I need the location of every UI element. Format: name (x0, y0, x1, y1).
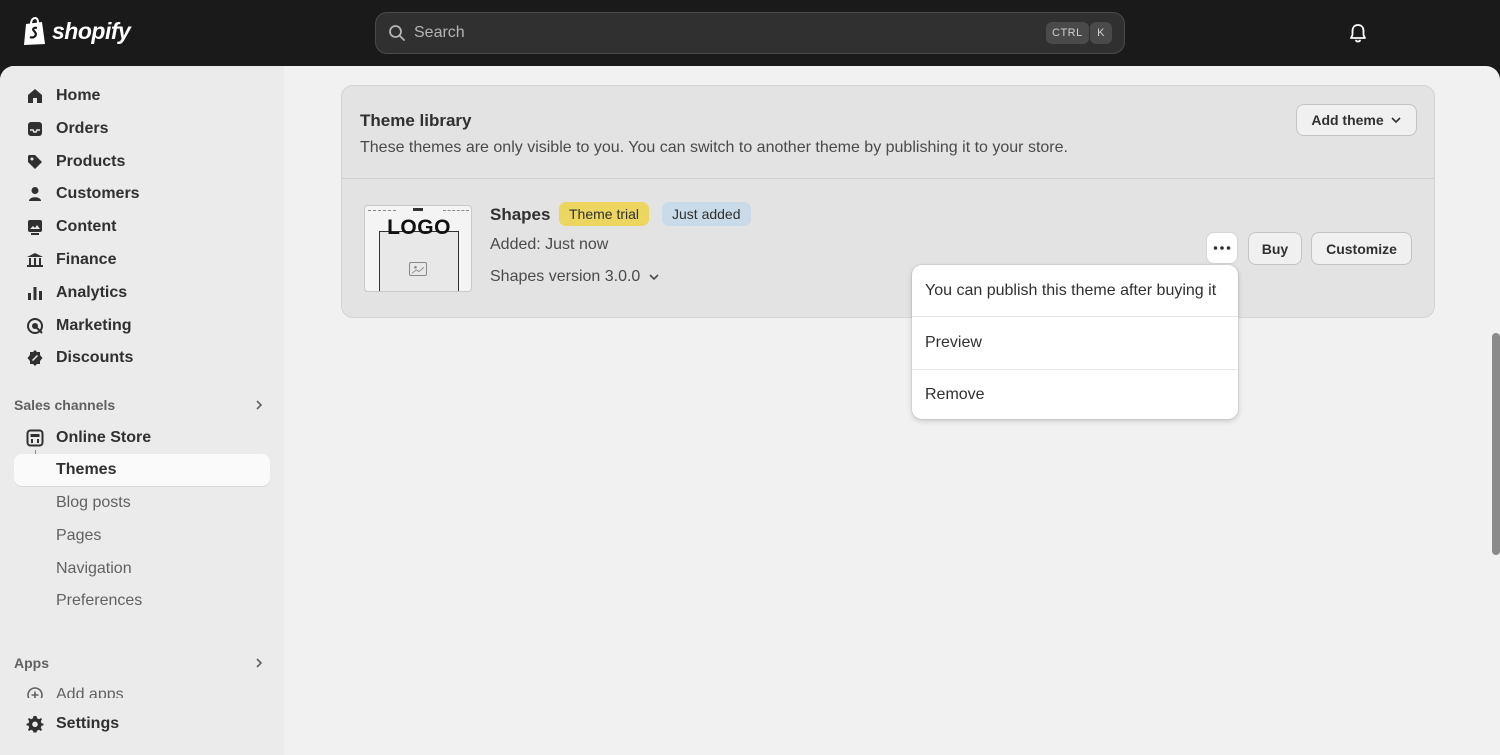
sidebar-sub-label: Blog posts (56, 494, 131, 511)
tag-icon (26, 153, 44, 171)
menu-item-remove[interactable]: Remove (912, 369, 1238, 421)
more-actions-button[interactable] (1206, 232, 1238, 264)
sidebar-item-marketing[interactable]: Marketing (14, 310, 270, 342)
brand-name: shopify (52, 17, 131, 44)
card-title: Theme library (360, 111, 472, 130)
card-divider (342, 178, 1434, 179)
apps-label: Apps (14, 655, 49, 671)
menu-item-publish-info: You can publish this theme after buying … (925, 282, 1217, 299)
sidebar-item-label: Settings (56, 715, 120, 732)
sidebar-item-label: Finance (56, 251, 117, 268)
sidebar: Home Orders Products Customers Content F… (0, 66, 284, 755)
shortcut-k-key: K (1090, 22, 1112, 44)
sidebar-item-label: Home (56, 87, 101, 104)
sidebar-item-customers[interactable]: Customers (14, 178, 270, 210)
gear-icon (26, 715, 44, 733)
search-icon (389, 25, 405, 41)
just-added-badge: Just added (662, 202, 751, 226)
chevron-right-icon (256, 658, 263, 668)
theme-actions-menu: You can publish this theme after buying … (912, 265, 1238, 419)
thumb-logo-text: LOGO (387, 216, 451, 239)
top-bar: shopify CTRL K (0, 0, 1500, 66)
theme-trial-badge: Theme trial (559, 202, 650, 226)
menu-item-preview[interactable]: Preview (912, 317, 1238, 369)
search-input[interactable] (414, 24, 1014, 42)
person-icon (26, 185, 44, 203)
scrollbar-thumb[interactable] (1492, 333, 1500, 555)
sidebar-sub-navigation[interactable]: Navigation (14, 553, 270, 585)
sidebar-item-products[interactable]: Products (14, 146, 270, 178)
sidebar-sub-blog-posts[interactable]: Blog posts (14, 487, 270, 519)
sidebar-item-label: Content (56, 218, 117, 235)
sidebar-item-label: Analytics (56, 284, 128, 301)
bar-chart-icon (26, 284, 44, 302)
shopify-logo[interactable]: shopify (22, 16, 131, 46)
sidebar-item-label: Online Store (56, 429, 152, 446)
sidebar-item-discounts[interactable]: Discounts (14, 342, 270, 374)
shopify-bag-icon (24, 16, 45, 45)
theme-version-selector[interactable]: Shapes version 3.0.0 (490, 268, 660, 286)
sidebar-item-online-store[interactable]: Online Store (14, 422, 270, 454)
sidebar-item-label: Discounts (56, 349, 134, 366)
sidebar-item-label: Marketing (56, 317, 132, 334)
shortcut-ctrl-key: CTRL (1046, 22, 1089, 44)
sidebar-item-settings[interactable]: Settings (14, 708, 270, 740)
sidebar-sub-label: Pages (56, 527, 102, 544)
image-icon (26, 218, 44, 236)
sidebar-item-home[interactable]: Home (14, 80, 270, 112)
sidebar-item-content[interactable]: Content (14, 211, 270, 243)
target-icon (26, 317, 44, 335)
buy-button[interactable]: Buy (1248, 232, 1302, 265)
search-bar[interactable]: CTRL K (375, 12, 1125, 54)
bank-icon (26, 251, 44, 269)
thumb-decoration (368, 210, 396, 211)
inbox-icon (26, 120, 44, 138)
sidebar-sub-label: Navigation (56, 560, 132, 577)
apps-section[interactable]: Apps (14, 655, 270, 671)
theme-library-card: Theme library These themes are only visi… (341, 85, 1435, 318)
theme-added-text: Added: Just now (490, 236, 609, 253)
add-theme-button[interactable]: Add theme (1296, 104, 1417, 136)
sidebar-sub-themes[interactable]: Themes (14, 454, 270, 486)
chevron-right-icon (256, 400, 263, 410)
sidebar-item-label: Orders (56, 120, 109, 137)
store-icon (26, 429, 44, 447)
card-description: These themes are only visible to you. Yo… (360, 139, 1068, 156)
sidebar-item-orders[interactable]: Orders (14, 113, 270, 145)
theme-name: Shapes (490, 205, 551, 224)
sidebar-sub-pages[interactable]: Pages (14, 520, 270, 552)
ellipsis-icon (1213, 246, 1231, 250)
thumb-decoration (443, 210, 469, 211)
theme-version-label: Shapes version 3.0.0 (490, 268, 641, 285)
discount-icon (26, 349, 44, 367)
sidebar-item-finance[interactable]: Finance (14, 244, 270, 276)
sidebar-item-label: Customers (56, 185, 140, 202)
thumb-decoration (413, 208, 423, 211)
home-icon (26, 87, 44, 105)
chevron-down-icon (1391, 117, 1401, 124)
sidebar-item-analytics[interactable]: Analytics (14, 277, 270, 309)
admin-shell: Home Orders Products Customers Content F… (0, 66, 1500, 755)
sidebar-item-label: Products (56, 153, 126, 170)
customize-button[interactable]: Customize (1311, 232, 1412, 265)
sidebar-sub-label: Themes (56, 461, 117, 478)
image-placeholder-icon (409, 262, 427, 276)
add-theme-label: Add theme (1311, 112, 1384, 128)
notification-bell-icon[interactable] (1348, 22, 1368, 44)
sales-channels-label: Sales channels (14, 397, 116, 413)
sales-channels-section[interactable]: Sales channels (14, 397, 270, 413)
theme-thumbnail[interactable]: LOGO (364, 205, 472, 292)
sidebar-sub-label: Preferences (56, 592, 143, 609)
sidebar-sub-preferences[interactable]: Preferences (14, 585, 270, 617)
chevron-down-icon (649, 274, 659, 281)
